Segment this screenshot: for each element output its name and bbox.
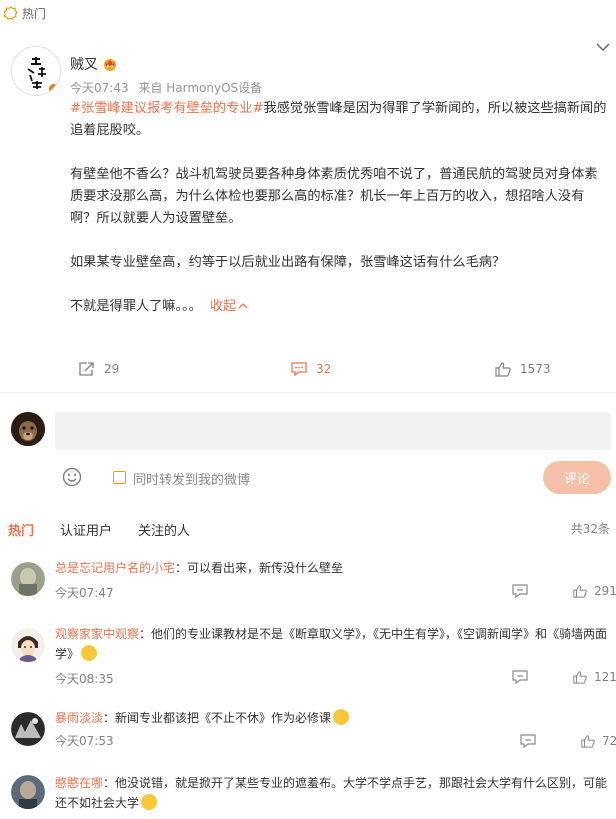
comment-item: 观察家家中观察：他们的专业课教材是不是《断章取义学》，《无中生有学》，《空调新闻…	[0, 624, 616, 690]
comment-item: 暴雨淡淡：新闻专业都该把《不止不休》作为必修课 今天07:53 72	[0, 708, 616, 754]
forward-checkbox[interactable]	[113, 471, 126, 484]
commenter-name[interactable]: 暴雨淡淡	[55, 711, 103, 725]
comment-icon	[291, 362, 307, 377]
tab-following[interactable]: 关注的人	[138, 520, 190, 539]
thumbs-up-icon[interactable]	[572, 670, 588, 684]
chevron-down-icon[interactable]	[596, 42, 610, 52]
post-content: #张雪峰建议报考有壁垒的专业#我感觉张雪峰是因为得罪了学新闻的，所以被这些搞新闻…	[70, 98, 610, 318]
commenter-avatar[interactable]	[11, 712, 45, 746]
hot-label: 热门	[22, 6, 47, 21]
commenter-avatar[interactable]	[11, 562, 45, 596]
comment-total: 共32条	[570, 522, 610, 536]
comment-input[interactable]	[55, 412, 611, 450]
commenter-name[interactable]: 总是忘记用户名的小宅	[55, 561, 175, 575]
collapse-label[interactable]: 收起	[210, 299, 236, 314]
comment-button[interactable]: 32	[290, 358, 331, 380]
commenter-avatar[interactable]	[11, 628, 45, 662]
post-author[interactable]: 贼叉	[70, 54, 118, 74]
topic-link[interactable]: #张雪峰建议报考有壁垒的专业#	[70, 101, 264, 116]
post-text: 不就是得罪人了嘛。。。	[70, 299, 202, 314]
reply-icon[interactable]	[512, 584, 528, 598]
post-paragraph: 如果某专业壁垒高，约等于以后就业出路有保障，张雪峰这话有什么毛病？	[70, 255, 506, 270]
comment-count: 32	[316, 362, 332, 376]
post-paragraph: 不就是得罪人了嘛。。。 收起	[70, 296, 610, 318]
chevron-up-icon	[238, 303, 248, 309]
comment-item: 总是忘记用户名的小宅：可以看出来，新传没什么壁垒 今天07:47 291	[0, 558, 616, 604]
thumbs-up-icon[interactable]	[572, 584, 588, 598]
comment-actions: 72	[520, 734, 616, 748]
comment-time: 今天08:35	[55, 672, 114, 686]
tab-hot[interactable]: 热门	[8, 520, 34, 539]
avatar-image	[11, 775, 45, 809]
divider	[0, 392, 616, 393]
comment-text: 憨憨在哪：他没说错，就是掀开了某些专业的遮羞布。大学不学点手艺，那跟社会大学有什…	[55, 773, 610, 813]
reply-icon[interactable]	[512, 670, 528, 684]
thinking-emoji-icon	[333, 709, 350, 725]
commenter-name[interactable]: 憨憨在哪	[55, 776, 103, 790]
shrug-emoji-icon	[81, 645, 98, 661]
forward-count: 29	[104, 362, 120, 376]
comment-body: ：他没说错，就是掀开了某些专业的遮羞布。大学不学点手艺，那跟社会大学有什么区别，…	[55, 776, 608, 810]
post-author-avatar[interactable]	[11, 46, 61, 96]
verified-badge-icon	[47, 82, 60, 95]
post-source: 来自 HarmonyOS设备	[138, 81, 263, 95]
comment-text: 总是忘记用户名的小宅：可以看出来，新传没什么壁垒	[55, 558, 610, 578]
forward-button[interactable]: 29	[78, 358, 119, 380]
avatar-image	[11, 562, 45, 596]
post-author-name[interactable]: 贼叉	[70, 54, 98, 74]
comment-filter-tabs: 热门 认证用户 关注的人	[0, 518, 216, 540]
comment-actions: 121	[512, 670, 616, 684]
comment-body: ：可以看出来，新传没什么壁垒	[175, 561, 344, 575]
post-meta: 今天07:43 来自 HarmonyOS设备	[70, 79, 268, 96]
hot-section-header: 热门	[0, 0, 616, 26]
hot-badge-icon	[4, 6, 18, 20]
comment-time: 今天07:47	[55, 586, 114, 600]
comment-actions: 291	[512, 584, 616, 598]
comment-like-count: 291	[594, 584, 616, 598]
avatar-image	[11, 712, 45, 746]
comment-text: 暴雨淡淡：新闻专业都该把《不止不休》作为必修课	[55, 708, 610, 728]
post-time[interactable]: 今天07:43	[70, 81, 129, 95]
tab-verified-users[interactable]: 认证用户	[60, 520, 112, 539]
comment-text: 观察家家中观察：他们的专业课教材是不是《断章取义学》，《无中生有学》，《空调新闻…	[55, 624, 610, 664]
comment-time: 今天07:53	[55, 734, 114, 748]
submit-comment-button[interactable]: 评论	[543, 461, 611, 494]
comment-item: 憨憨在哪：他没说错，就是掀开了某些专业的遮羞布。大学不学点手艺，那跟社会大学有什…	[0, 773, 616, 819]
comment-like-count: 72	[602, 734, 616, 748]
post-paragraph: 有壁垒他不香么？战斗机驾驶员要各种身体素质优秀咱不说了，普通民航的驾驶员对身体素…	[70, 167, 598, 226]
crown-icon	[104, 59, 116, 71]
thumbs-up-icon[interactable]	[580, 734, 596, 748]
reply-icon[interactable]	[520, 734, 536, 748]
emoji-icon[interactable]	[62, 467, 82, 487]
dog-avatar-image	[11, 412, 45, 446]
commenter-avatar[interactable]	[11, 775, 45, 809]
post-paragraph: #张雪峰建议报考有壁垒的专业#我感觉张雪峰是因为得罪了学新闻的，所以被这些搞新闻…	[70, 98, 610, 142]
commenter-name[interactable]: 观察家家中观察	[55, 627, 139, 641]
comment-like-count: 121	[594, 670, 616, 684]
comment-body: ：新闻专业都该把《不止不休》作为必修课	[103, 711, 332, 725]
avatar-image	[11, 628, 45, 662]
laughing-emoji-icon	[141, 794, 158, 810]
like-button[interactable]: 1573	[494, 358, 551, 380]
share-icon	[79, 362, 94, 376]
forward-checkbox-label[interactable]: 同时转发到我的微博	[133, 469, 250, 488]
thumbs-up-icon	[495, 362, 511, 377]
current-user-avatar[interactable]	[11, 412, 45, 446]
like-count: 1573	[520, 362, 551, 376]
collapse-link[interactable]: 收起	[210, 299, 248, 314]
